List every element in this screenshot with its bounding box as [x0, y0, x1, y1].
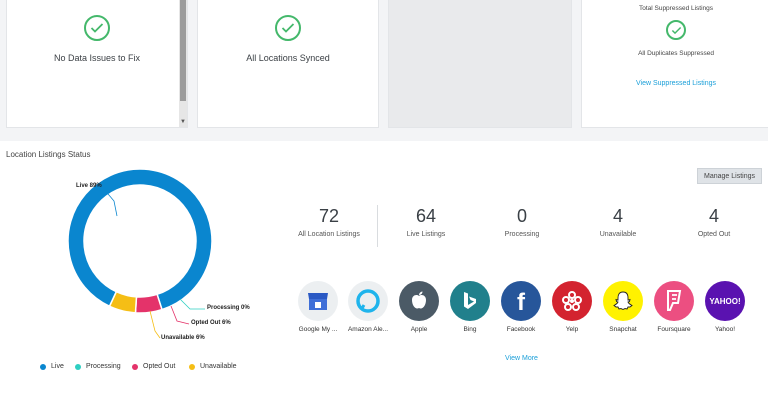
legend-dot [75, 363, 81, 370]
check-circle-icon [666, 20, 686, 40]
synced-text: All Locations Synced [246, 53, 330, 63]
stat-processing: 0 Processing [474, 205, 570, 238]
check-circle-icon [275, 15, 301, 41]
view-suppressed-link[interactable]: View Suppressed Listings [636, 80, 716, 87]
publisher-facebook[interactable]: f Facebook [497, 281, 545, 333]
processing-label: Processing 0% [207, 305, 250, 311]
legend-item-unavailable[interactable]: Unavailable [189, 363, 237, 370]
snapchat-icon [603, 281, 643, 321]
empty-card [388, 0, 572, 128]
listings-status-section: Location Listings Status Manage Listings… [0, 141, 768, 398]
stat-unavailable: 4 Unavailable [570, 205, 666, 238]
publisher-yahoo[interactable]: YAHOO! Yahoo! [701, 281, 749, 333]
donut-slice-opted-out[interactable] [134, 293, 163, 314]
opted-out-label: Opted Out 6% [191, 320, 231, 326]
donut-chart [67, 168, 213, 339]
legend-dot [40, 363, 46, 370]
publisher-name: Foursquare [657, 326, 691, 333]
stat-value: 0 [516, 206, 527, 226]
publisher-name: Facebook [506, 326, 536, 333]
bing-icon [450, 281, 490, 321]
legend-dot [132, 363, 138, 370]
publisher-amazon-alexa[interactable]: Amazon Ale... [344, 281, 392, 333]
sync-card: All Locations Synced [197, 0, 379, 128]
stat-all-listings: 72 All Location Listings [281, 205, 377, 238]
duplicates-text: All Duplicates Suppressed [638, 50, 714, 57]
publisher-name: Apple [410, 326, 428, 333]
publisher-foursquare[interactable]: Foursquare [650, 281, 698, 333]
stat-label: Live Listings [406, 231, 446, 238]
publisher-bing[interactable]: Bing [446, 281, 494, 333]
google-my-business-icon [298, 281, 338, 321]
stat-label: All Location Listings [298, 231, 360, 238]
stat-value: 64 [415, 206, 437, 226]
stat-label: Opted Out [697, 231, 731, 238]
amazon-alexa-icon [348, 281, 388, 321]
publisher-yelp[interactable]: Yelp [548, 281, 596, 333]
legend-item-opted-out[interactable]: Opted Out [132, 363, 175, 370]
stat-label: Unavailable [599, 231, 637, 238]
data-issues-card: No Data Issues to Fix ▼ [6, 0, 188, 128]
leader-line [170, 305, 190, 325]
legend-dot [189, 363, 195, 370]
live-label: Live 89% [76, 183, 102, 189]
legend-label: Processing [86, 363, 121, 370]
unavailable-label: Unavailable 6% [161, 335, 205, 341]
publisher-apple[interactable]: Apple [395, 281, 443, 333]
check-circle-icon [84, 15, 110, 41]
publisher-name: Yahoo! [714, 326, 736, 333]
suppressed-card: Total Suppressed Listings All Duplicates… [581, 0, 768, 128]
donut-slice-live[interactable] [67, 168, 213, 311]
foursquare-icon [654, 281, 694, 321]
publisher-name: Amazon Ale... [347, 326, 389, 333]
yelp-icon [552, 281, 592, 321]
legend-label: Opted Out [143, 363, 176, 370]
publisher-name: Yelp [565, 326, 579, 333]
publisher-name: Bing [463, 326, 477, 333]
legend-item-live[interactable]: Live [40, 363, 64, 370]
stat-label: Processing [504, 231, 540, 238]
legend-label: Unavailable [200, 363, 237, 370]
manage-listings-button[interactable]: Manage Listings [697, 168, 762, 184]
publisher-google[interactable]: Google My ... [294, 281, 342, 333]
facebook-icon: f [501, 281, 541, 321]
yahoo-icon: YAHOO! [705, 281, 745, 321]
stat-value: 4 [612, 206, 623, 226]
data-issues-text: No Data Issues to Fix [53, 53, 141, 63]
apple-icon [399, 281, 439, 321]
scrollbar[interactable]: ▼ [179, 0, 187, 127]
stat-value: 4 [708, 206, 719, 226]
publisher-snapchat[interactable]: Snapchat [599, 281, 647, 333]
leader-line [179, 298, 205, 310]
view-more-link[interactable]: View More [505, 355, 538, 362]
stat-opted-out: 4 Opted Out [666, 205, 762, 238]
publisher-name: Google My ... [298, 326, 338, 333]
leader-line [149, 310, 161, 339]
stat-live: 64 Live Listings [378, 205, 474, 238]
stat-value: 72 [318, 206, 340, 226]
publisher-name: Snapchat [609, 326, 637, 333]
legend-label: Live [51, 363, 64, 370]
scrollbar-thumb[interactable] [180, 0, 186, 101]
scroll-down-icon[interactable]: ▼ [179, 119, 187, 125]
legend-item-processing[interactable]: Processing [75, 363, 121, 370]
suppressed-title: Total Suppressed Listings [638, 5, 714, 12]
